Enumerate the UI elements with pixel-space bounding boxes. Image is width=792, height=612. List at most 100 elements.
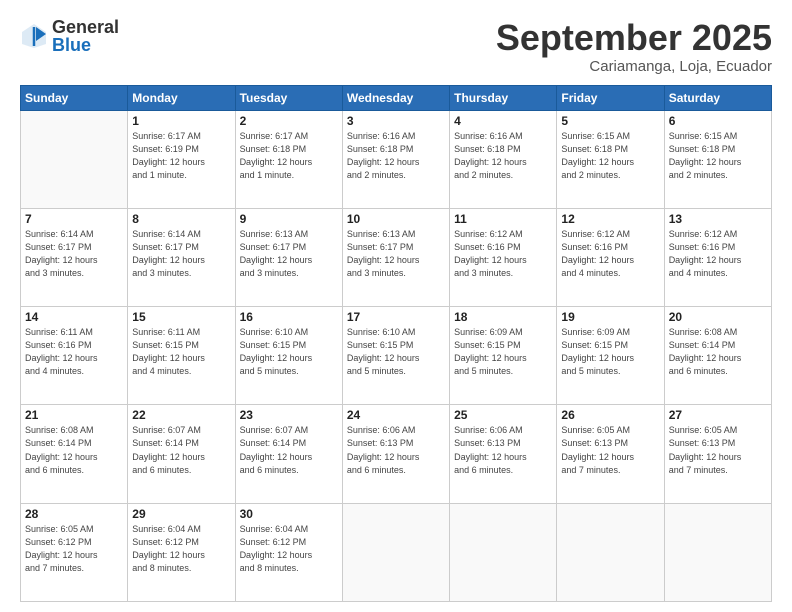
day-info: Sunrise: 6:14 AM Sunset: 6:17 PM Dayligh… xyxy=(132,228,230,280)
table-cell: 27 Sunrise: 6:05 AM Sunset: 6:13 PM Dayli… xyxy=(664,405,771,503)
day-number: 4 xyxy=(454,114,552,128)
logo-blue-text: Blue xyxy=(52,36,119,54)
day-info: Sunrise: 6:13 AM Sunset: 6:17 PM Dayligh… xyxy=(347,228,445,280)
day-number: 8 xyxy=(132,212,230,226)
day-number: 22 xyxy=(132,408,230,422)
calendar-header-row: Sunday Monday Tuesday Wednesday Thursday… xyxy=(21,85,772,110)
table-cell: 20Sunrise: 6:08 AM Sunset: 6:14 PM Dayli… xyxy=(664,307,771,405)
table-cell: 12 Sunrise: 6:12 AM Sunset: 6:16 PM Dayli… xyxy=(557,208,664,306)
day-number: 11 xyxy=(454,212,552,226)
day-info: Sunrise: 6:15 AM Sunset: 6:18 PM Dayligh… xyxy=(669,130,767,182)
title-section: September 2025 Cariamanga, Loja, Ecuador xyxy=(496,18,772,75)
table-cell: 14 Sunrise: 6:11 AM Sunset: 6:16 PM Dayli… xyxy=(21,307,128,405)
col-saturday: Saturday xyxy=(664,85,771,110)
day-info: Sunrise: 6:17 AM Sunset: 6:18 PM Dayligh… xyxy=(240,130,338,182)
logo-text: General Blue xyxy=(52,18,119,54)
table-cell xyxy=(21,110,128,208)
day-info: Sunrise: 6:12 AM Sunset: 6:16 PM Dayligh… xyxy=(669,228,767,280)
table-cell: 13 Sunrise: 6:12 AM Sunset: 6:16 PM Dayli… xyxy=(664,208,771,306)
table-cell: 8 Sunrise: 6:14 AM Sunset: 6:17 PM Daylig… xyxy=(128,208,235,306)
table-cell: 6 Sunrise: 6:15 AM Sunset: 6:18 PM Daylig… xyxy=(664,110,771,208)
day-info: Sunrise: 6:05 AM Sunset: 6:13 PM Dayligh… xyxy=(561,424,659,476)
table-cell: 19Sunrise: 6:09 AM Sunset: 6:15 PM Dayli… xyxy=(557,307,664,405)
table-cell xyxy=(342,503,449,601)
day-number: 12 xyxy=(561,212,659,226)
day-info: Sunrise: 6:10 AM Sunset: 6:15 PM Dayligh… xyxy=(240,326,338,378)
calendar-week-row: 14 Sunrise: 6:11 AM Sunset: 6:16 PM Dayli… xyxy=(21,307,772,405)
logo-icon xyxy=(20,22,48,50)
table-cell: 24 Sunrise: 6:06 AM Sunset: 6:13 PM Dayli… xyxy=(342,405,449,503)
day-number: 13 xyxy=(669,212,767,226)
day-info: Sunrise: 6:11 AM Sunset: 6:16 PM Dayligh… xyxy=(25,326,123,378)
table-cell: 18Sunrise: 6:09 AM Sunset: 6:15 PM Dayli… xyxy=(450,307,557,405)
calendar-week-row: 21 Sunrise: 6:08 AM Sunset: 6:14 PM Dayli… xyxy=(21,405,772,503)
table-cell: 3Sunrise: 6:16 AM Sunset: 6:18 PM Daylig… xyxy=(342,110,449,208)
day-number: 6 xyxy=(669,114,767,128)
day-info: Sunrise: 6:11 AM Sunset: 6:15 PM Dayligh… xyxy=(132,326,230,378)
day-number: 18 xyxy=(454,310,552,324)
day-info: Sunrise: 6:06 AM Sunset: 6:13 PM Dayligh… xyxy=(454,424,552,476)
table-cell: 5 Sunrise: 6:15 AM Sunset: 6:18 PM Daylig… xyxy=(557,110,664,208)
table-cell: 9 Sunrise: 6:13 AM Sunset: 6:17 PM Daylig… xyxy=(235,208,342,306)
table-cell xyxy=(450,503,557,601)
table-cell xyxy=(557,503,664,601)
day-number: 9 xyxy=(240,212,338,226)
day-info: Sunrise: 6:13 AM Sunset: 6:17 PM Dayligh… xyxy=(240,228,338,280)
col-sunday: Sunday xyxy=(21,85,128,110)
col-thursday: Thursday xyxy=(450,85,557,110)
day-number: 30 xyxy=(240,507,338,521)
day-number: 24 xyxy=(347,408,445,422)
day-info: Sunrise: 6:05 AM Sunset: 6:12 PM Dayligh… xyxy=(25,523,123,575)
day-number: 3 xyxy=(347,114,445,128)
col-friday: Friday xyxy=(557,85,664,110)
day-number: 21 xyxy=(25,408,123,422)
col-monday: Monday xyxy=(128,85,235,110)
page: General Blue September 2025 Cariamanga, … xyxy=(0,0,792,612)
day-info: Sunrise: 6:07 AM Sunset: 6:14 PM Dayligh… xyxy=(240,424,338,476)
day-number: 14 xyxy=(25,310,123,324)
day-number: 17 xyxy=(347,310,445,324)
day-info: Sunrise: 6:08 AM Sunset: 6:14 PM Dayligh… xyxy=(25,424,123,476)
day-number: 16 xyxy=(240,310,338,324)
day-number: 1 xyxy=(132,114,230,128)
day-info: Sunrise: 6:07 AM Sunset: 6:14 PM Dayligh… xyxy=(132,424,230,476)
table-cell: 2 Sunrise: 6:17 AM Sunset: 6:18 PM Daylig… xyxy=(235,110,342,208)
subtitle: Cariamanga, Loja, Ecuador xyxy=(496,58,772,75)
day-info: Sunrise: 6:06 AM Sunset: 6:13 PM Dayligh… xyxy=(347,424,445,476)
day-number: 28 xyxy=(25,507,123,521)
day-info: Sunrise: 6:05 AM Sunset: 6:13 PM Dayligh… xyxy=(669,424,767,476)
day-info: Sunrise: 6:16 AM Sunset: 6:18 PM Dayligh… xyxy=(454,130,552,182)
day-number: 5 xyxy=(561,114,659,128)
table-cell xyxy=(664,503,771,601)
day-number: 25 xyxy=(454,408,552,422)
calendar-week-row: 7 Sunrise: 6:14 AM Sunset: 6:17 PM Daylig… xyxy=(21,208,772,306)
table-cell: 26 Sunrise: 6:05 AM Sunset: 6:13 PM Dayli… xyxy=(557,405,664,503)
day-number: 19 xyxy=(561,310,659,324)
table-cell: 11 Sunrise: 6:12 AM Sunset: 6:16 PM Dayli… xyxy=(450,208,557,306)
day-info: Sunrise: 6:12 AM Sunset: 6:16 PM Dayligh… xyxy=(561,228,659,280)
day-number: 7 xyxy=(25,212,123,226)
day-info: Sunrise: 6:12 AM Sunset: 6:16 PM Dayligh… xyxy=(454,228,552,280)
day-number: 10 xyxy=(347,212,445,226)
table-cell: 17Sunrise: 6:10 AM Sunset: 6:15 PM Dayli… xyxy=(342,307,449,405)
day-number: 27 xyxy=(669,408,767,422)
logo-general-text: General xyxy=(52,18,119,36)
day-number: 26 xyxy=(561,408,659,422)
calendar-week-row: 1 Sunrise: 6:17 AM Sunset: 6:19 PM Daylig… xyxy=(21,110,772,208)
day-info: Sunrise: 6:17 AM Sunset: 6:19 PM Dayligh… xyxy=(132,130,230,182)
logo: General Blue xyxy=(20,18,119,54)
table-cell: 28 Sunrise: 6:05 AM Sunset: 6:12 PM Dayli… xyxy=(21,503,128,601)
day-info: Sunrise: 6:04 AM Sunset: 6:12 PM Dayligh… xyxy=(132,523,230,575)
table-cell: 30Sunrise: 6:04 AM Sunset: 6:12 PM Dayli… xyxy=(235,503,342,601)
table-cell: 29Sunrise: 6:04 AM Sunset: 6:12 PM Dayli… xyxy=(128,503,235,601)
day-info: Sunrise: 6:15 AM Sunset: 6:18 PM Dayligh… xyxy=(561,130,659,182)
table-cell: 7 Sunrise: 6:14 AM Sunset: 6:17 PM Daylig… xyxy=(21,208,128,306)
col-tuesday: Tuesday xyxy=(235,85,342,110)
day-number: 2 xyxy=(240,114,338,128)
table-cell: 1 Sunrise: 6:17 AM Sunset: 6:19 PM Daylig… xyxy=(128,110,235,208)
calendar-week-row: 28 Sunrise: 6:05 AM Sunset: 6:12 PM Dayli… xyxy=(21,503,772,601)
day-number: 23 xyxy=(240,408,338,422)
col-wednesday: Wednesday xyxy=(342,85,449,110)
day-info: Sunrise: 6:14 AM Sunset: 6:17 PM Dayligh… xyxy=(25,228,123,280)
month-title: September 2025 xyxy=(496,18,772,58)
